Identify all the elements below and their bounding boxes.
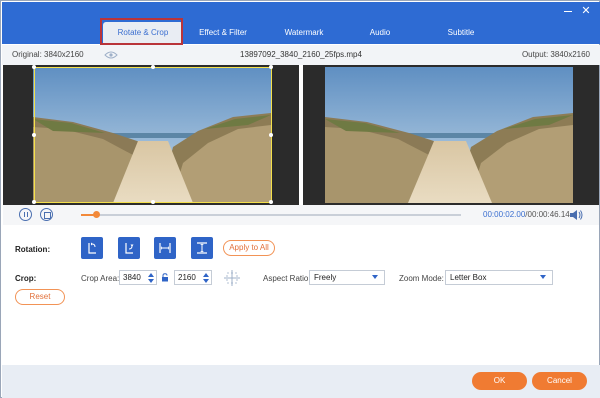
zoom-mode-value: Letter Box [450,273,487,282]
tab-effect-filter[interactable]: Effect & Filter [190,22,256,44]
title-bar: ✕ Rotate & Crop Effect & Filter Watermar… [2,2,600,44]
crop-width-input[interactable]: 3840 [119,270,157,285]
reset-button[interactable]: Reset [15,289,65,305]
volume-icon[interactable] [569,209,583,221]
pause-icon[interactable] [19,208,32,221]
preview-area [3,65,599,205]
crop-handle-middle-right[interactable] [269,133,273,137]
close-icon[interactable]: ✕ [580,5,592,17]
center-crop-icon[interactable] [223,269,241,287]
crop-handle-bottom-center[interactable] [151,200,155,204]
dialog-window: ✕ Rotate & Crop Effect & Filter Watermar… [0,0,600,398]
lock-icon[interactable] [161,273,169,282]
active-tab-highlight-box [100,18,183,45]
rotate-left-button[interactable] [81,237,103,259]
cancel-button[interactable]: Cancel [532,372,587,390]
crop-handle-bottom-right[interactable] [269,200,273,204]
crop-handle-top-center[interactable] [151,65,155,69]
crop-handle-middle-left[interactable] [32,133,36,137]
width-increment-icon[interactable] [148,273,154,277]
aspect-ratio-value: Freely [314,273,337,282]
rotation-label: Rotation: [15,245,51,254]
current-time: 00:00:02.00 [483,210,526,219]
player-bar: 00:00:02.00/00:00:46.14 [3,205,599,225]
chevron-down-icon [372,275,378,279]
chevron-down-icon [540,275,546,279]
stop-icon[interactable] [40,208,53,221]
preview-divider [299,65,303,205]
minimize-icon[interactable] [562,5,574,17]
output-resolution: Output: 3840x2160 [521,50,590,59]
rotate-right-button[interactable] [118,237,140,259]
width-decrement-icon[interactable] [148,279,154,283]
zoom-mode-label: Zoom Mode: [399,274,444,283]
height-decrement-icon[interactable] [203,279,209,283]
timeline-knob[interactable] [92,211,100,218]
crop-area-label: Crop Area: [81,274,120,283]
flip-vertical-button[interactable] [191,237,213,259]
output-preview-image [325,67,573,203]
crop-width-value: 3840 [123,273,141,282]
zoom-mode-select[interactable]: Letter Box [445,270,553,285]
footer-bar: OK Cancel [2,365,600,398]
time-display: 00:00:02.00/00:00:46.14 [483,210,570,219]
flip-horizontal-button[interactable] [154,237,176,259]
tab-audio[interactable]: Audio [357,22,403,44]
flip-horizontal-icon [159,243,171,253]
crop-height-input[interactable]: 2160 [174,270,212,285]
aspect-ratio-label: Aspect Ratio: [263,274,311,283]
ok-button[interactable]: OK [472,372,527,390]
height-increment-icon[interactable] [203,273,209,277]
aspect-ratio-select[interactable]: Freely [309,270,385,285]
crop-height-value: 2160 [178,273,196,282]
crop-handle-top-left[interactable] [32,65,36,69]
flip-vertical-icon [197,242,207,254]
total-time: /00:00:46.14 [525,210,570,219]
rotate-left-icon [88,242,96,254]
crop-handle-bottom-left[interactable] [32,200,36,204]
apply-to-all-button[interactable]: Apply to All [223,240,275,256]
rotate-right-icon [125,243,134,254]
crop-handle-top-right[interactable] [269,65,273,69]
tab-subtitle[interactable]: Subtitle [432,22,490,44]
crop-frame[interactable] [34,67,272,203]
info-bar: Original: 3840x2160 13897092_3840_2160_2… [2,45,600,65]
timeline-track[interactable] [81,214,461,216]
tab-watermark[interactable]: Watermark [272,22,336,44]
crop-label: Crop: [15,274,37,283]
file-name: 13897092_3840_2160_25fps.mp4 [240,50,362,59]
